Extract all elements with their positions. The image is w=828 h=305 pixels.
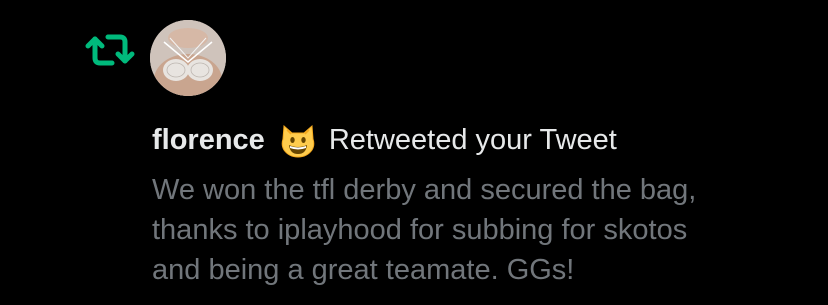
- tweet-text-line: and being a great teamate. GGs!: [152, 254, 575, 286]
- retweet-icon: [84, 30, 136, 70]
- user-name[interactable]: florence: [152, 124, 265, 157]
- notification-action-text: Retweeted your Tweet: [328, 123, 617, 156]
- tweet-text-line: thanks to iplayhood for subbing for skot…: [152, 214, 688, 246]
- tweet-text-line: We won the tfl derby and secured the bag…: [152, 174, 697, 206]
- notification-headline: florence Retweeted your Tweet: [152, 120, 617, 160]
- tweet-text[interactable]: We won the tfl derby and secured the bag…: [152, 170, 812, 290]
- retweet-notification[interactable]: florence Retweeted your Tweet We won the…: [0, 0, 828, 305]
- grinning-cat-emoji-icon: [279, 121, 317, 159]
- avatar[interactable]: [150, 20, 226, 96]
